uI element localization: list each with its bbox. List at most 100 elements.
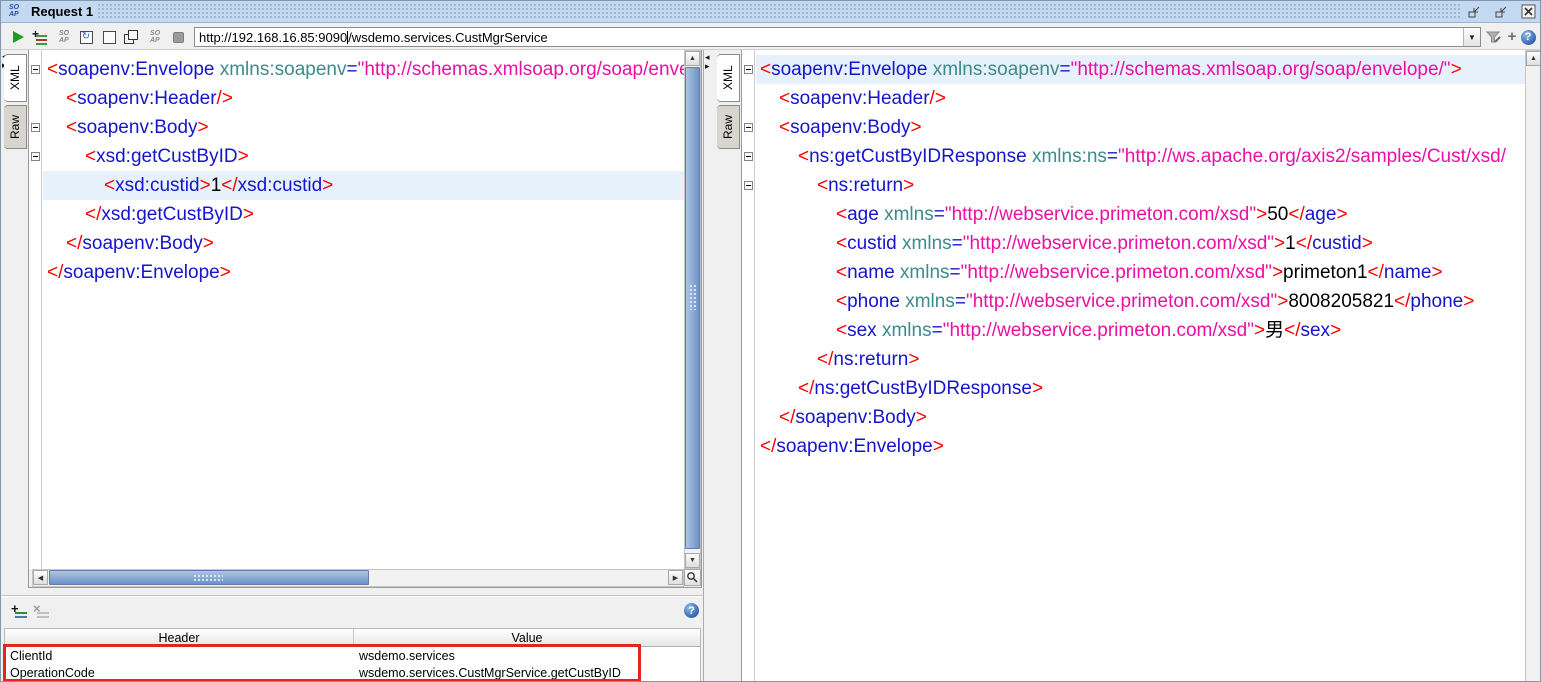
headers-table-head: Header Value	[5, 629, 700, 647]
window-title: Request 1	[31, 4, 93, 19]
response-xml-editor[interactable]: <soapenv:Envelope xmlns:soapenv="http://…	[742, 50, 1525, 681]
fold-toggle-icon[interactable]	[744, 65, 753, 74]
xml-line: <custid xmlns="http://webservice.primeto…	[756, 229, 1525, 258]
fold-toggle-icon[interactable]	[31, 152, 40, 161]
request-tab-xml[interactable]: XML	[4, 54, 27, 102]
xml-line: </soapenv:Envelope>	[756, 432, 1525, 461]
help-icon: ?	[684, 603, 699, 618]
request-tab-raw[interactable]: Raw	[4, 105, 27, 149]
vertical-scroll-thumb[interactable]	[685, 67, 700, 549]
request-fold-gutter	[29, 50, 42, 569]
soap-icon-line1: SO	[9, 4, 19, 11]
clone-request-button[interactable]	[122, 28, 140, 46]
collapse-left-icon[interactable]: ◂	[705, 53, 710, 61]
response-fold-gutter	[742, 50, 755, 681]
chevron-down-icon: ▼	[1468, 33, 1476, 42]
scroll-up-button[interactable]: ▲	[1526, 51, 1541, 66]
response-xml-lines: <soapenv:Envelope xmlns:soapenv="http://…	[756, 50, 1525, 461]
recreate-icon: ↻	[80, 31, 93, 44]
header-name-cell: OperationCode	[5, 664, 354, 681]
fold-toggle-icon[interactable]	[744, 152, 753, 161]
horizontal-scroll-thumb[interactable]	[49, 570, 369, 585]
scroll-right-button[interactable]: ▶	[668, 570, 683, 585]
endpoint-dropdown-button[interactable]: ▼	[1463, 28, 1480, 46]
scroll-down-button[interactable]: ▼	[685, 553, 700, 568]
header-row[interactable]: ClientIdwsdemo.services	[5, 647, 700, 664]
magnifier-icon	[686, 571, 699, 584]
xml-line: <phone xmlns="http://webservice.primeton…	[756, 287, 1525, 316]
xml-line: <soapenv:Envelope xmlns:soapenv="http://…	[756, 55, 1525, 84]
help-button[interactable]: ?	[1519, 28, 1537, 46]
headers-help-button[interactable]: ?	[684, 603, 701, 620]
panel-splitter[interactable]: ◂ ▸	[703, 50, 714, 682]
scroll-up-button[interactable]: ▲	[685, 51, 700, 66]
restore-icon[interactable]	[1494, 4, 1510, 20]
xml-line: </xsd:getCustByID>	[43, 200, 684, 229]
headers-table: Header Value ClientIdwsdemo.servicesOper…	[4, 628, 701, 682]
create-empty-button[interactable]	[100, 28, 118, 46]
request-headers-section: + × ? Header Value ClientIdwsdemo.servic…	[1, 595, 703, 682]
soap-response-icon[interactable]: SOAP	[146, 28, 164, 46]
xml-line: <age xmlns="http://webservice.primeton.c…	[756, 200, 1525, 229]
response-panel: XML Raw <soapenv:Envelope xmlns:soapenv=…	[714, 50, 1541, 682]
fold-toggle-icon[interactable]	[31, 65, 40, 74]
xml-line: <soapenv:Body>	[43, 113, 684, 142]
help-icon: ?	[1521, 30, 1536, 45]
xml-line: </soapenv:Body>	[756, 403, 1525, 432]
fold-toggle-icon[interactable]	[744, 123, 753, 132]
xml-line: <xsd:custid>1</xsd:custid>	[43, 171, 684, 200]
plus-icon: +	[1508, 30, 1517, 44]
minimize-icon[interactable]	[1467, 4, 1483, 20]
funnel-icon	[1486, 29, 1502, 45]
zoom-button[interactable]	[684, 569, 701, 586]
xml-line: <ns:return>	[756, 171, 1525, 200]
titlebar[interactable]: SO AP Request 1	[1, 1, 1540, 23]
xml-line: <sex xmlns="http://webservice.primeton.c…	[756, 316, 1525, 345]
close-icon[interactable]	[1521, 4, 1537, 20]
soap-window-icon: SO AP	[9, 4, 19, 18]
response-tab-xml[interactable]: XML	[717, 54, 740, 102]
filter-properties-button[interactable]	[1485, 28, 1503, 46]
recreate-request-button[interactable]: ↻	[77, 28, 95, 46]
response-tab-raw[interactable]: Raw	[717, 105, 740, 149]
request-toolbar: + SOAP ↻ SOAP http://192.168.16.85:9090/…	[1, 23, 1540, 50]
endpoint-combobox[interactable]: http://192.168.16.85:9090/wsdemo.service…	[194, 27, 1481, 47]
header-name-cell: ClientId	[5, 647, 354, 664]
stop-icon	[173, 32, 184, 43]
empty-square-icon	[103, 31, 116, 44]
response-tabstrip: XML Raw	[714, 50, 741, 682]
xml-line: </soapenv:Body>	[43, 229, 684, 258]
xml-line: <soapenv:Envelope xmlns:soapenv="http://…	[43, 55, 684, 84]
header-row[interactable]: OperationCodewsdemo.services.CustMgrServ…	[5, 664, 700, 681]
response-vertical-scrollbar[interactable]: ▲	[1525, 50, 1541, 682]
fold-toggle-icon[interactable]	[744, 181, 753, 190]
request-vertical-scrollbar[interactable]: ▲ ▼	[684, 50, 701, 569]
xml-line: <xsd:getCustByID>	[43, 142, 684, 171]
xml-line: <soapenv:Body>	[756, 113, 1525, 142]
collapse-right-icon[interactable]: ▸	[705, 62, 710, 70]
column-header[interactable]: Value	[354, 629, 700, 647]
submit-request-button[interactable]	[9, 28, 27, 46]
xml-line: </ns:getCustByIDResponse>	[756, 374, 1525, 403]
request-panel: ◂ ▸ XML Raw <soapenv:Envelope xmlns:soap…	[1, 50, 703, 595]
delete-header-button[interactable]: ×	[33, 604, 50, 621]
request-xml-lines: <soapenv:Envelope xmlns:soapenv="http://…	[43, 50, 684, 287]
xml-line: <soapenv:Header/>	[43, 84, 684, 113]
soap-request-icon[interactable]: SOAP	[55, 28, 73, 46]
request-xml-editor[interactable]: <soapenv:Envelope xmlns:soapenv="http://…	[29, 50, 684, 569]
xml-line: </ns:return>	[756, 345, 1525, 374]
clone-icon	[124, 30, 138, 44]
cancel-request-button[interactable]	[169, 28, 187, 46]
request-horizontal-scrollbar[interactable]: ◀ ▶	[32, 569, 684, 587]
add-header-button[interactable]: +	[11, 604, 28, 621]
add-to-testcase-button[interactable]: +	[31, 28, 49, 46]
xml-line: <soapenv:Header/>	[756, 84, 1525, 113]
soap-request-window: SO AP Request 1 + SOAP ↻ SOAP http://192…	[0, 0, 1541, 682]
request-tabstrip: ◂ ▸ XML Raw	[1, 50, 28, 595]
scroll-left-button[interactable]: ◀	[33, 570, 48, 585]
fold-toggle-icon[interactable]	[31, 123, 40, 132]
column-header[interactable]: Header	[5, 629, 354, 647]
play-icon	[13, 31, 24, 43]
headers-table-body: ClientIdwsdemo.servicesOperationCodewsde…	[5, 647, 700, 681]
header-value-cell: wsdemo.services.CustMgrService.getCustBy…	[354, 664, 700, 681]
